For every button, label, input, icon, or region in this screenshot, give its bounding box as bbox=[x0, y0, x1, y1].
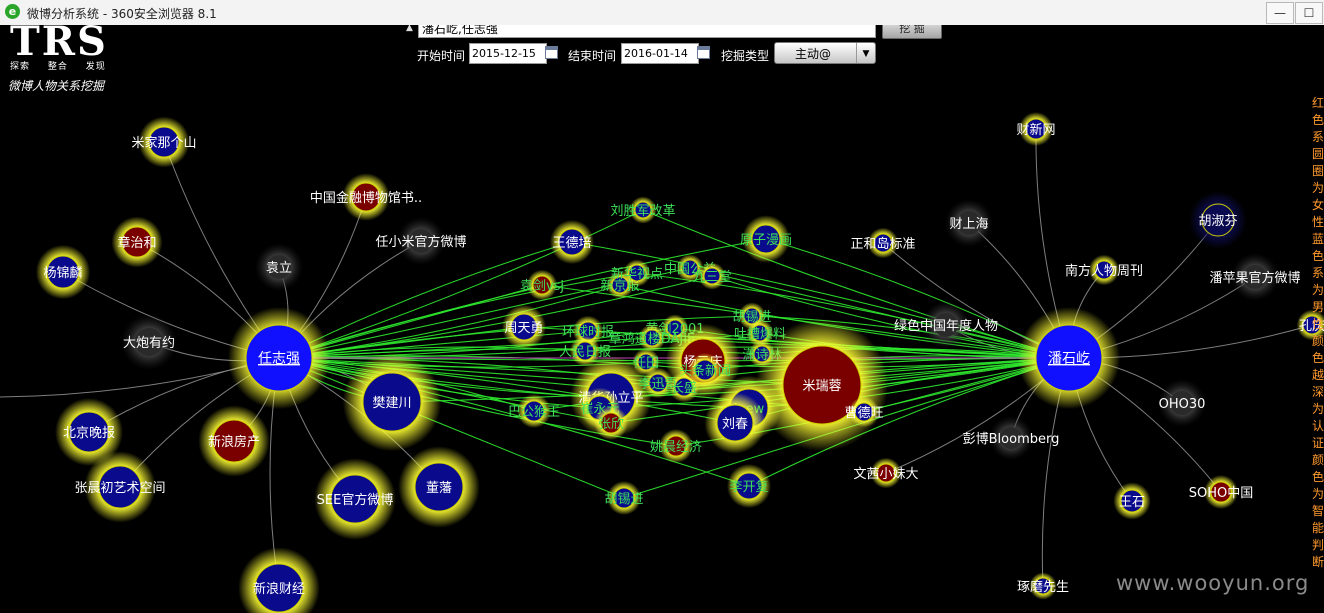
node-label[interactable]: SOHO中国 bbox=[1189, 486, 1254, 501]
node-label[interactable]: 刘胜军改革 bbox=[610, 204, 675, 219]
node-label[interactable]: 董藩 bbox=[426, 481, 452, 496]
window-titlebar: e 微博分析系统 - 360安全浏览器 8.1 — ☐ bbox=[0, 0, 1324, 26]
node-label[interactable]: 长盛 bbox=[671, 381, 697, 396]
node-label[interactable]: 章治和 bbox=[117, 235, 156, 251]
trs-logo: TRS bbox=[10, 25, 108, 65]
node-label[interactable]: 王石 bbox=[1119, 495, 1145, 510]
watermark: www.wooyun.org bbox=[1116, 571, 1310, 595]
node-label[interactable]: 胡锡进 bbox=[604, 492, 643, 507]
legend-side-text: 红色系圆圈为女性，蓝色系为男性，颜色越深为认证，颜色为智能判断 bbox=[1312, 96, 1324, 569]
node-label[interactable]: 袁立 bbox=[266, 261, 292, 276]
mining-type-select[interactable]: 主动@ ▼ bbox=[774, 42, 876, 64]
window-title: 微博分析系统 - 360安全浏览器 8.1 bbox=[27, 7, 217, 21]
node-label[interactable]: SEE官方微博 bbox=[317, 492, 394, 508]
node-label[interactable]: 张晨初艺术空间 bbox=[74, 481, 165, 496]
node-label[interactable]: 彭博Bloomberg bbox=[963, 432, 1060, 447]
node-label[interactable]: 巴公猴王 bbox=[508, 405, 560, 420]
node-label[interactable]: 姚晨经济 bbox=[650, 440, 702, 455]
dig-button[interactable]: 挖 掘 bbox=[882, 25, 942, 39]
maximize-button[interactable]: ☐ bbox=[1295, 2, 1323, 24]
node-label[interactable]: 财新网 bbox=[1016, 122, 1055, 138]
node-label[interactable]: 新浪房产 bbox=[208, 434, 260, 450]
node-label[interactable]: 王德培 bbox=[552, 235, 591, 251]
browser-icon: e bbox=[5, 4, 20, 19]
node-label[interactable]: 中国金融博物馆书.. bbox=[310, 190, 422, 206]
chevron-down-icon[interactable]: ▼ bbox=[856, 43, 875, 63]
node-label[interactable]: 任小米官方微博 bbox=[375, 234, 466, 250]
node-label[interactable]: 李开复 bbox=[729, 480, 768, 495]
logo-tag-3: 发现 bbox=[85, 62, 106, 72]
node-label[interactable]: 九三堂 bbox=[692, 270, 731, 285]
node-label[interactable]: 新浪财经 bbox=[253, 581, 305, 597]
node-label[interactable]: 文茜小妹大 bbox=[853, 467, 918, 482]
node-label[interactable]: 杨锦麟 bbox=[43, 265, 82, 281]
node-label[interactable]: 米瑞蓉 bbox=[802, 379, 841, 394]
node-label[interactable]: 大炮有约 bbox=[123, 336, 175, 351]
node-label[interactable]: 琢磨先生 bbox=[1017, 580, 1069, 595]
logo-tag-1: 探索 bbox=[10, 62, 31, 72]
node-label[interactable]: 米家那个山 bbox=[131, 135, 196, 151]
calendar-icon[interactable] bbox=[697, 46, 710, 59]
calendar-icon[interactable] bbox=[545, 46, 558, 59]
node-label[interactable]: 南方人物周刊 bbox=[1065, 263, 1143, 279]
node-label[interactable]: 原子漫画 bbox=[740, 233, 792, 248]
node-label[interactable]: 曹德旺 bbox=[844, 406, 883, 421]
end-date-label: 结束时间 bbox=[568, 49, 617, 63]
app-canvas: 任志强 潘石屹 米家那个山章治和杨锦麟 袁立大炮有约 中国金融博物馆书.. 任小米官方微博… bbox=[0, 25, 1324, 613]
minimize-button[interactable]: — bbox=[1266, 2, 1294, 24]
node-label[interactable]: OHO30 bbox=[1159, 397, 1206, 412]
node-label[interactable]: 新华视点 bbox=[611, 266, 663, 282]
search-dropdown-icon[interactable]: ▲ bbox=[406, 25, 413, 33]
logo-tagline: 探索 整合 发现 bbox=[10, 59, 120, 72]
logo-tag-2: 整合 bbox=[47, 62, 68, 72]
mining-type-label: 挖掘类型 bbox=[721, 49, 770, 63]
relation-graph[interactable]: 任志强 潘石屹 米家那个山章治和杨锦麟 袁立大炮有约 中国金融博物馆书.. 任小米官方微博… bbox=[0, 25, 1324, 613]
node-label[interactable]: 胡淑芬 bbox=[1198, 214, 1237, 229]
node-label[interactable]: 潘石屹 bbox=[1048, 351, 1090, 367]
app-subtitle: 微博人物关系挖掘 bbox=[8, 79, 105, 93]
node-label[interactable]: 袁剑vsj bbox=[520, 278, 564, 294]
node-label[interactable]: 北京晚报 bbox=[63, 426, 115, 441]
start-date-label: 开始时间 bbox=[417, 49, 466, 63]
node-label[interactable]: 周天勇 bbox=[504, 321, 543, 336]
node-label[interactable]: 张欣 bbox=[598, 417, 624, 432]
end-date-input[interactable]: 2016-01-14 bbox=[621, 43, 699, 64]
node-label[interactable]: 任志强 bbox=[258, 351, 300, 367]
search-input[interactable]: 潘石屹,任志强 bbox=[418, 25, 876, 38]
node-label[interactable]: 潘苹果官方微博 bbox=[1209, 270, 1300, 286]
node-label[interactable]: 绿色中国年度人物 bbox=[894, 318, 998, 334]
node-label[interactable]: 正和岛标准 bbox=[850, 236, 915, 252]
node-label[interactable]: 刘春 bbox=[722, 417, 748, 432]
mining-type-value: 主动@ bbox=[795, 47, 832, 61]
node-label[interactable]: 财上海 bbox=[949, 217, 988, 232]
start-date-input[interactable]: 2015-12-15 bbox=[469, 43, 547, 64]
node-label[interactable]: 樊建川 bbox=[372, 396, 411, 411]
graph-nodes: 任志强 潘石屹 米家那个山章治和杨锦麟 袁立大炮有约 中国金融博物馆书.. 任小米官方微博… bbox=[35, 112, 1324, 613]
